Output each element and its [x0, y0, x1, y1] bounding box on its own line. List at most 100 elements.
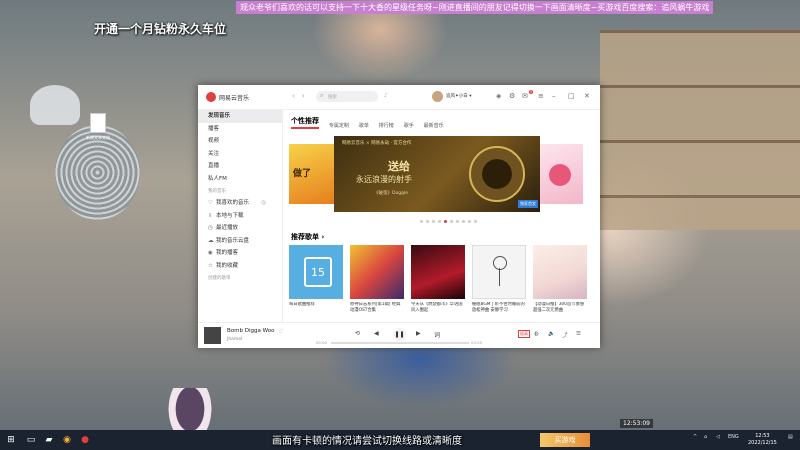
user-name[interactable]: 追风✦小白 ▾	[446, 93, 471, 99]
carousel-dot[interactable]	[426, 220, 429, 223]
input-language[interactable]: ENG	[728, 434, 739, 440]
carousel-dot[interactable]	[438, 220, 441, 223]
playlist-card[interactable]: 今天从《燃烧都市》华语国风入圈起	[411, 245, 465, 314]
playlist-card[interactable]: 催眠BGM | 听不住时睡前的放松神曲 安静学习	[472, 245, 526, 314]
volume-icon[interactable]: 🔈	[548, 331, 555, 337]
carousel-dot[interactable]	[462, 220, 465, 223]
play-pause-button[interactable]: ❚❚	[393, 328, 406, 341]
playlist-cover[interactable]	[472, 245, 526, 299]
sidebar-item-cloud[interactable]: ☁ 我的音乐云盘	[198, 235, 282, 248]
quality-badge[interactable]: 极高	[518, 330, 530, 338]
player-bar: Bomb Digga Woo ♡ Jhamel ⟲ ◀ ❚❚ ▶ 词 00:00…	[198, 322, 600, 348]
playlist-name[interactable]: 原神日志系列[第1辑] 经典动漫OST合集	[350, 302, 404, 314]
carousel-dot[interactable]	[444, 220, 447, 223]
desktop-file-icon[interactable]: 新建文本文档	[86, 113, 110, 141]
microphone-icon[interactable]: ♪	[384, 92, 388, 99]
menu-icon[interactable]: ≡	[538, 92, 544, 100]
banner-prev[interactable]: 做了	[289, 144, 335, 204]
carousel-dot[interactable]	[474, 220, 477, 223]
carousel-dot[interactable]	[432, 220, 435, 223]
notification-icon[interactable]: ▤	[788, 434, 793, 440]
clock-icon: ◷	[208, 225, 213, 231]
playlist-cover[interactable]	[533, 245, 587, 299]
tab-charts[interactable]: 排行榜	[379, 122, 394, 129]
playlist-card[interactable]: 15 每日歌曲推荐	[289, 245, 343, 308]
minimize-icon[interactable]: –	[552, 92, 556, 100]
system-clock[interactable]: 12:53 2022/12/15	[748, 433, 777, 447]
sidebar-item-liked[interactable]: ♡ 我喜欢的音乐 ◎	[198, 197, 282, 210]
maximize-icon[interactable]: □	[568, 92, 575, 100]
playlist-name[interactable]: 催眠BGM | 听不住时睡前的放松神曲 安静学习	[472, 302, 526, 314]
sidebar-item-fm[interactable]: 私人FM	[198, 173, 282, 186]
sidebar-item-follow[interactable]: 关注	[198, 148, 282, 161]
netease-music-icon[interactable]: ●	[78, 433, 92, 447]
back-arrow-icon[interactable]: ‹	[292, 92, 295, 100]
playlist-cover[interactable]: 15	[289, 245, 343, 299]
share-icon[interactable]: ⤴	[562, 331, 568, 339]
recommend-section-title[interactable]: 推荐歌单 ›	[291, 232, 324, 242]
sidebar-item-label: 私人FM	[208, 175, 227, 182]
playlist-name[interactable]: 今天从《燃烧都市》华语国风入圈起	[411, 302, 465, 314]
mail-icon[interactable]: ✉	[522, 92, 528, 100]
playlist-name[interactable]: 每日歌曲推荐	[289, 302, 343, 308]
carousel-dot[interactable]	[420, 220, 423, 223]
previous-icon[interactable]: ◀	[374, 330, 379, 337]
game-shop-badge[interactable]: 买游戏	[540, 433, 590, 447]
search-icon: ⌕	[320, 92, 324, 99]
sidebar-item-live[interactable]: 直播	[198, 160, 282, 173]
windows-start-icon[interactable]: ⊞	[4, 433, 18, 447]
loop-icon[interactable]: ⟲	[355, 330, 360, 337]
banner-main[interactable]: 网易云音乐 × 网易永劫 · 官方合作 送给 永远浪漫的射手 《破弦》Doggi…	[334, 136, 540, 212]
now-playing-artist[interactable]: Jhamel	[227, 337, 242, 342]
playlist-queue-icon[interactable]: ☰	[576, 331, 581, 337]
gear-icon[interactable]: ⚙	[509, 92, 515, 100]
banner-title-line1: 送给	[388, 160, 410, 173]
heartbeat-mode-icon[interactable]: ◎	[261, 197, 266, 210]
playlist-card[interactable]: 原神日志系列[第1辑] 经典动漫OST合集	[350, 245, 404, 314]
banner-subtitle: 《破弦》Doggie	[374, 191, 408, 196]
sidebar-item-podcast[interactable]: 播客	[198, 123, 282, 136]
lyrics-icon[interactable]: 词	[434, 330, 440, 339]
tab-playlists[interactable]: 歌单	[359, 122, 369, 129]
now-playing-song[interactable]: Bomb Digga Woo	[227, 328, 274, 334]
sidebar-item-video[interactable]: 视频	[198, 135, 282, 148]
sidebar-item-collection[interactable]: ☆ 我的收藏	[198, 260, 282, 273]
volume-tray-icon[interactable]: ◁	[716, 434, 720, 440]
chrome-icon[interactable]: ◉	[60, 433, 74, 447]
progress-bar[interactable]	[331, 342, 469, 344]
calendar-icon: 15	[304, 257, 332, 287]
next-icon[interactable]: ▶	[416, 330, 421, 337]
sound-effect-icon[interactable]: ◍	[534, 331, 539, 337]
close-icon[interactable]: ✕	[584, 92, 590, 100]
tray-arrow-icon[interactable]: ^	[693, 434, 697, 440]
search-input[interactable]: ⌕ 搜索	[316, 91, 378, 102]
carousel-dot[interactable]	[450, 220, 453, 223]
carousel-dot[interactable]	[456, 220, 459, 223]
shirt-skin-icon[interactable]: ◈	[496, 92, 501, 100]
tab-new-music[interactable]: 最新音乐	[424, 122, 444, 129]
playlist-name[interactable]: 【动漫日推】300首节奏感超强二次元燃曲	[533, 302, 587, 314]
like-icon[interactable]: ♡	[278, 328, 283, 335]
carousel-dots[interactable]	[420, 218, 480, 225]
cloud-icon: ☁	[208, 237, 214, 244]
network-icon[interactable]: ⌂	[704, 434, 707, 440]
sidebar-item-label: 发现音乐	[208, 113, 231, 119]
carousel-dot[interactable]	[468, 220, 471, 223]
sidebar-item-recent[interactable]: ◷ 最近播放	[198, 222, 282, 235]
playlist-cover[interactable]	[350, 245, 404, 299]
banner-next[interactable]	[537, 144, 583, 204]
sidebar-item-discover[interactable]: 发现音乐	[198, 110, 282, 123]
sidebar-item-local[interactable]: ⇩ 本地与下载	[198, 210, 282, 223]
tab-artists[interactable]: 歌手	[404, 122, 414, 129]
forward-arrow-icon[interactable]: ›	[302, 92, 305, 100]
file-explorer-icon[interactable]: ▰	[42, 433, 56, 447]
sidebar-item-my-podcast[interactable]: ◉ 我的播客	[198, 247, 282, 260]
tab-custom[interactable]: 专属定制	[329, 122, 349, 129]
task-view-icon[interactable]: ▭	[24, 433, 38, 447]
avatar[interactable]	[432, 91, 443, 102]
now-playing-cover[interactable]	[204, 327, 221, 344]
playlist-cover[interactable]	[411, 245, 465, 299]
playlist-card[interactable]: 【动漫日推】300首节奏感超强二次元燃曲	[533, 245, 587, 314]
tab-recommend[interactable]: 个性推荐	[291, 116, 319, 129]
banner-carousel[interactable]: 做了 网易云音乐 × 网易永劫 · 官方合作 送给 永远浪漫的射手 《破弦》Do…	[289, 136, 589, 212]
